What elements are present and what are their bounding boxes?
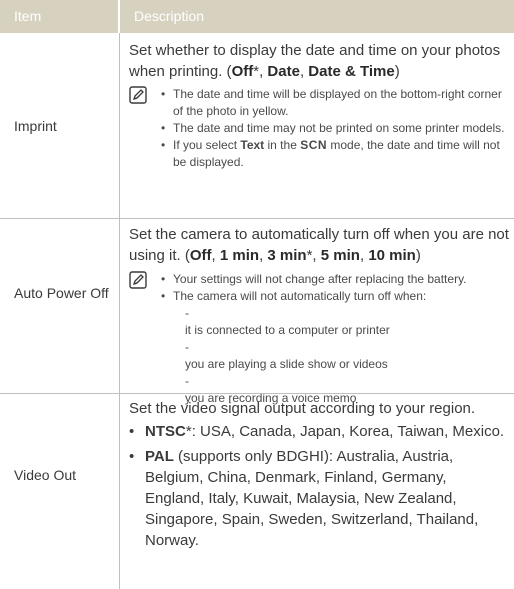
option-pal: PAL	[145, 448, 174, 465]
option-1-min: 1 min	[219, 247, 260, 264]
list-item: • PAL (supports only BDGHI): Australia, A…	[129, 448, 479, 549]
list-item: • If you select Text in the SCN mode, the…	[161, 138, 500, 169]
table-row-auto-power-off: Auto Power Off Set the camera to automat…	[0, 219, 514, 405]
option-off: Off	[189, 247, 212, 264]
item-label-video-out: Video Out	[14, 467, 77, 483]
table-row-imprint: Imprint Set whether to display the date …	[0, 33, 514, 218]
header-description: Description	[134, 8, 205, 24]
option-ntsc: NTSC	[145, 423, 186, 440]
item-label-auto-power-off: Auto Power Off	[14, 285, 109, 301]
header-item: Item	[14, 8, 42, 24]
option-10-min: 10 min	[368, 247, 416, 264]
option-5-min: 5 min	[320, 247, 360, 264]
video-out-bullet-list: • NTSC*: USA, Canada, Japan, Korea, Taiwa…	[129, 421, 509, 551]
list-item: • Your settings will not change after rep…	[161, 272, 467, 286]
table-row-video-out: Video Out Set the video signal output ac…	[0, 394, 514, 589]
option-date: Date	[267, 63, 300, 80]
column-divider	[119, 219, 120, 393]
note-icon	[129, 86, 147, 104]
imprint-description: Set whether to display the date and time…	[129, 42, 501, 80]
header-divider	[118, 0, 120, 33]
scn-mode-icon: SCN	[300, 138, 328, 152]
list-item: • NTSC*: USA, Canada, Japan, Korea, Taiwa…	[129, 423, 505, 440]
list-item: • The camera will not automatically turn …	[161, 288, 506, 407]
video-out-description: Set the video signal output according to…	[129, 400, 476, 417]
list-item: • The date and time will be displayed on …	[161, 87, 502, 118]
option-3-min: 3 min	[267, 247, 307, 264]
option-off: Off	[231, 63, 254, 80]
option-date-time: Date & Time	[308, 63, 395, 80]
item-label-imprint: Imprint	[14, 118, 57, 134]
column-divider	[119, 394, 120, 589]
table-header: Item Description	[0, 0, 514, 33]
sub-item: - it is connected to a computer or print…	[185, 306, 390, 337]
auto-power-off-note-list: • Your settings will not change after rep…	[161, 271, 506, 407]
sub-list: - it is connected to a computer or print…	[173, 305, 506, 407]
imprint-note-list: • The date and time will be displayed on …	[161, 86, 506, 171]
note-icon	[129, 271, 147, 289]
column-divider	[119, 33, 120, 218]
sub-item: - you are playing a slide show or videos	[185, 340, 388, 371]
list-item: • The date and time may not be printed on…	[161, 121, 505, 135]
auto-power-off-description: Set the camera to automatically turn off…	[129, 226, 509, 264]
